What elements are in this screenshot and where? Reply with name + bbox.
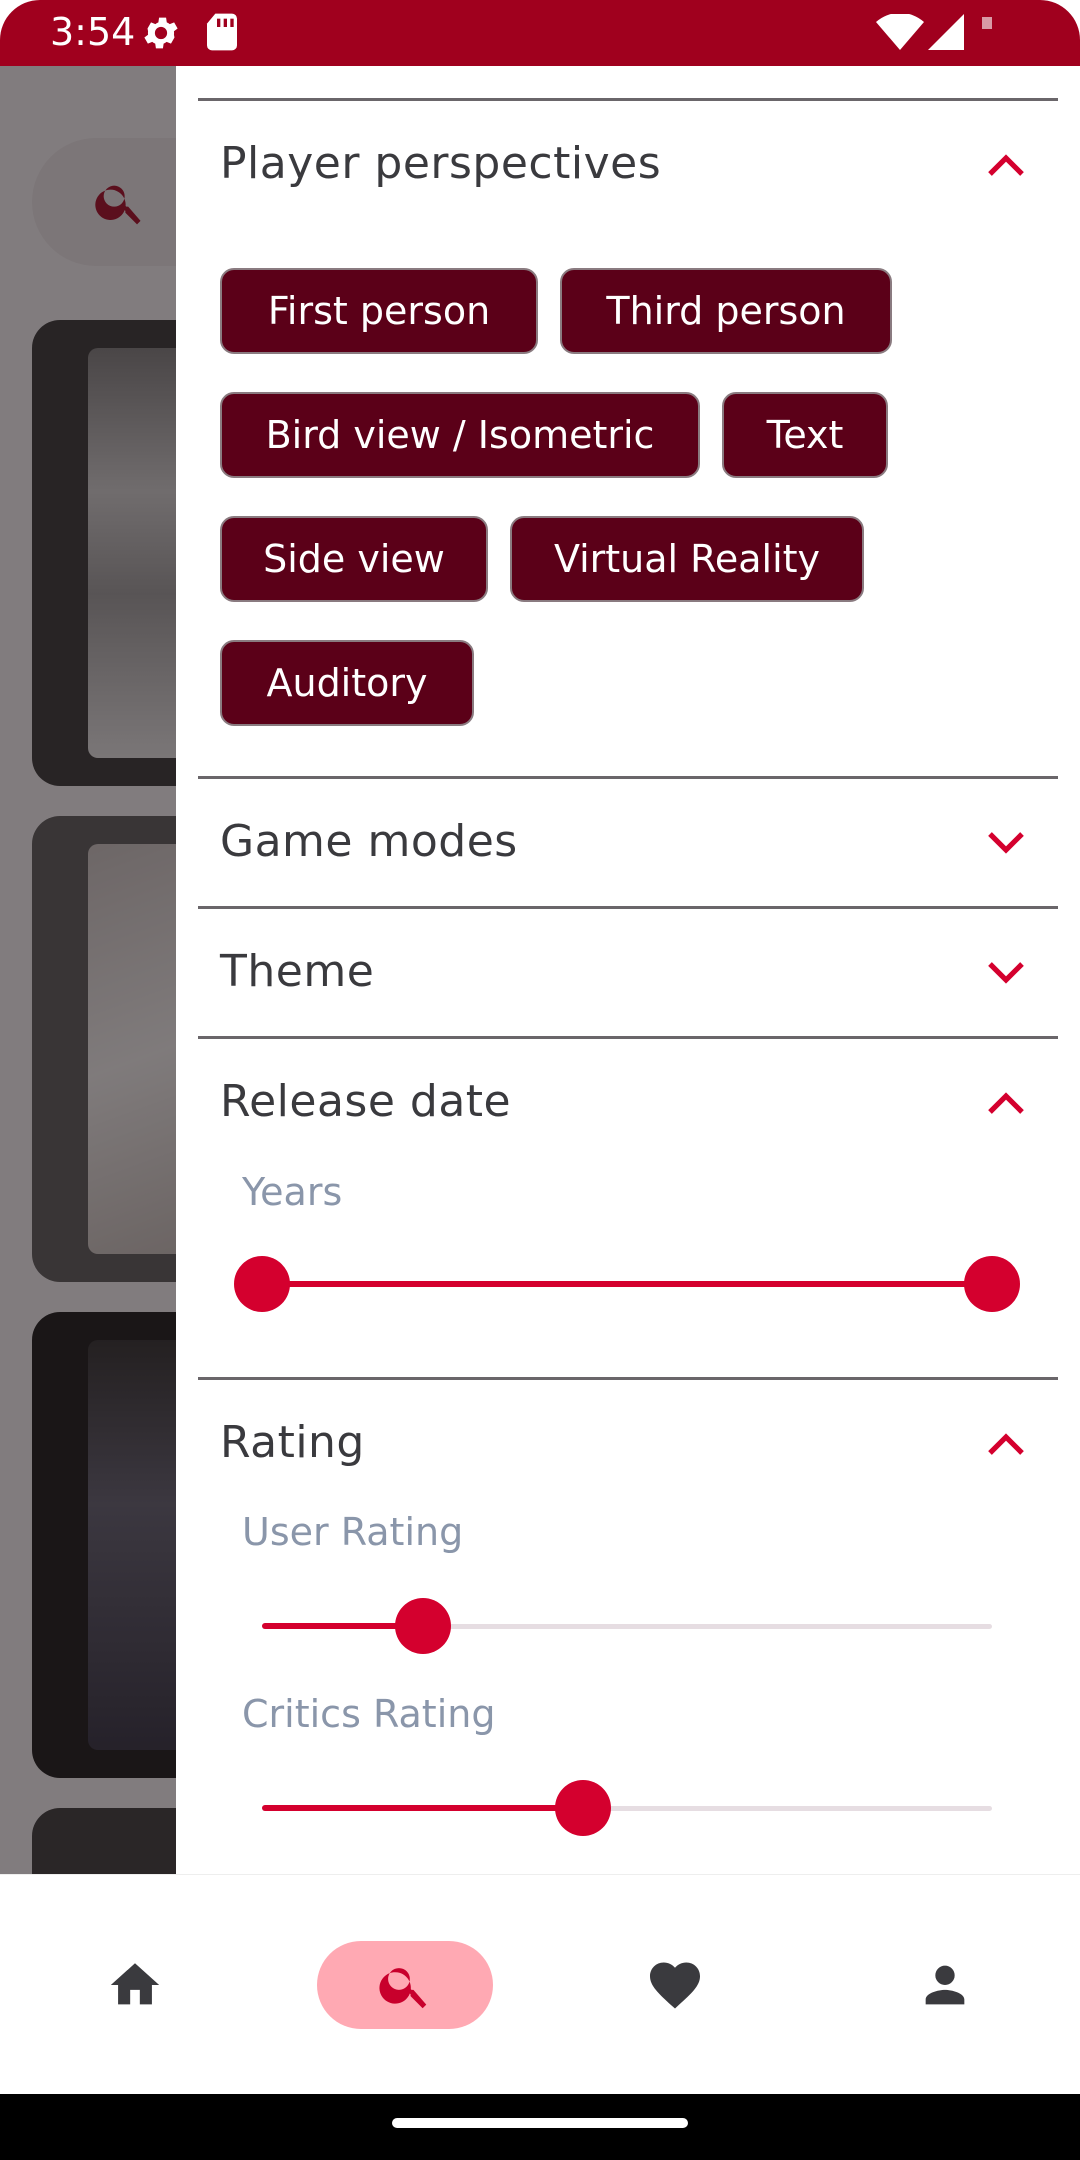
status-time: 3:54 xyxy=(50,10,136,54)
system-gesture-bar xyxy=(0,2094,1080,2160)
search-icon xyxy=(379,1968,427,2009)
chip-text[interactable]: Text xyxy=(722,392,888,478)
nav-profile[interactable] xyxy=(857,1941,1033,2029)
divider xyxy=(198,1377,1058,1380)
nav-search[interactable] xyxy=(317,1941,493,2029)
bottom-navigation xyxy=(0,1874,1080,2094)
years-label: Years xyxy=(242,1170,343,1214)
chip-bird-view-isometric[interactable]: Bird view / Isometric xyxy=(220,392,700,478)
section-header-release-date[interactable]: Release date xyxy=(220,1062,1036,1142)
sd-card-icon xyxy=(205,12,239,56)
section-header-player-perspectives[interactable]: Player perspectives xyxy=(220,124,1036,204)
chip-auditory[interactable]: Auditory xyxy=(220,640,474,726)
section-header-theme[interactable]: Theme xyxy=(220,932,1036,1012)
chip-first-person[interactable]: First person xyxy=(220,268,538,354)
chevron-down-icon xyxy=(988,832,1024,854)
slider-start-thumb[interactable] xyxy=(234,1256,290,1312)
chip-virtual-reality[interactable]: Virtual Reality xyxy=(510,516,864,602)
section-header-rating[interactable]: Rating xyxy=(220,1403,1036,1483)
slider-thumb[interactable] xyxy=(394,1598,451,1654)
critics-rating-slider[interactable] xyxy=(262,1778,992,1838)
chevron-up-icon xyxy=(988,1433,1024,1455)
settings-gear-icon xyxy=(140,12,182,58)
slider-end-thumb[interactable] xyxy=(964,1256,1020,1312)
chevron-up-icon xyxy=(988,1092,1024,1114)
divider xyxy=(198,776,1058,779)
section-title: Release date xyxy=(220,1076,512,1127)
home-gesture-handle[interactable] xyxy=(392,2118,688,2128)
section-title: Player perspectives xyxy=(220,138,662,189)
nav-favorites[interactable] xyxy=(587,1941,763,2029)
home-icon xyxy=(110,1963,160,2005)
divider xyxy=(198,1036,1058,1039)
years-range-slider[interactable] xyxy=(234,1254,1020,1314)
chip-third-person[interactable]: Third person xyxy=(560,268,892,354)
slider-active-track xyxy=(262,1805,584,1811)
chevron-up-icon xyxy=(988,154,1024,176)
slider-active-track xyxy=(262,1281,992,1287)
user-rating-label: User Rating xyxy=(242,1510,464,1554)
battery-icon xyxy=(982,14,992,33)
section-header-game-modes[interactable]: Game modes xyxy=(220,802,1036,882)
chip-side-view[interactable]: Side view xyxy=(220,516,488,602)
chevron-down-icon xyxy=(988,962,1024,984)
user-rating-slider[interactable] xyxy=(262,1596,992,1656)
section-title: Rating xyxy=(220,1417,365,1468)
status-bar: 3:54 xyxy=(0,0,1080,66)
screen: 3:54 Player perspectives First person Th… xyxy=(0,0,1080,2160)
divider xyxy=(198,98,1058,101)
slider-thumb[interactable] xyxy=(555,1780,612,1836)
filter-drawer: Player perspectives First person Third p… xyxy=(176,66,1080,1874)
section-title: Theme xyxy=(220,946,375,997)
critics-rating-label: Critics Rating xyxy=(242,1692,496,1736)
wifi-icon xyxy=(876,12,924,54)
signal-icon xyxy=(928,14,964,54)
section-title: Game modes xyxy=(220,816,518,867)
nav-home[interactable] xyxy=(47,1941,223,2029)
person-icon xyxy=(925,1965,965,2005)
divider xyxy=(198,906,1058,909)
heart-icon xyxy=(650,1962,700,2009)
